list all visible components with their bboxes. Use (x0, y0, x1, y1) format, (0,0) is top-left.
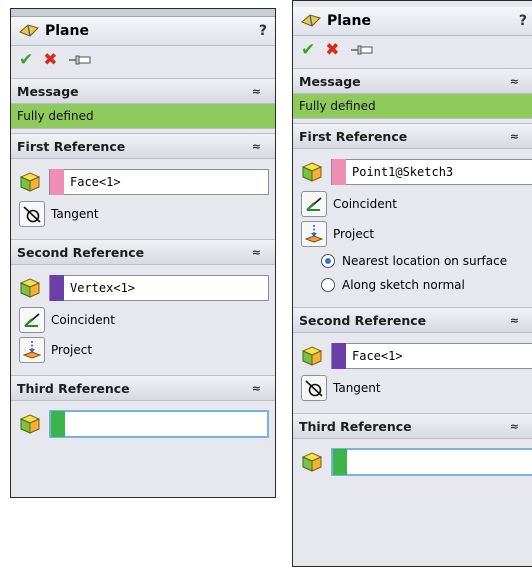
second-reference-label: Second Reference (299, 312, 427, 328)
coincident-label: Coincident (51, 313, 115, 327)
first-reference-selection: Point1@Sketch3 (352, 165, 454, 179)
tangent-icon[interactable] (301, 375, 327, 401)
first-reference-label: First Reference (299, 128, 408, 144)
first-reference-selection: Face<1> (70, 175, 121, 189)
second-reference-selection-box[interactable]: Face<1> (331, 343, 532, 369)
first-reference-group: First Reference ≈ Face<1> Tangent (11, 133, 275, 235)
project-label: Project (51, 343, 93, 357)
reference-entity-icon (19, 172, 41, 192)
ok-button[interactable]: ✔ (301, 41, 315, 59)
pushpin-icon[interactable] (68, 53, 92, 67)
selection-color-swatch (333, 449, 347, 475)
reference-entity-icon (19, 278, 41, 298)
message-text: Fully defined (293, 94, 532, 119)
pushpin-icon[interactable] (350, 43, 374, 57)
third-reference-label: Third Reference (17, 380, 130, 396)
help-button[interactable]: ? (259, 23, 267, 39)
action-row: ✔ ✖ (11, 46, 275, 74)
collapse-icon[interactable]: ≈ (252, 140, 261, 153)
collapse-icon[interactable]: ≈ (510, 75, 519, 88)
third-reference-selection-box[interactable] (49, 410, 269, 438)
third-reference-group: Third Reference ≈ (11, 375, 275, 447)
selection-color-swatch (51, 411, 65, 437)
title-bar: Plane ? (293, 7, 532, 36)
action-row: ✔ ✖ (293, 36, 532, 64)
third-reference-header[interactable]: Third Reference ≈ (11, 376, 275, 401)
option-along-sketch-normal[interactable]: Along sketch normal (301, 273, 532, 297)
ok-button[interactable]: ✔ (19, 51, 33, 69)
top-tab-strip (11, 9, 275, 17)
collapse-icon[interactable]: ≈ (252, 382, 261, 395)
second-reference-group: Second Reference ≈ Face<1> Tangent (293, 307, 532, 409)
first-reference-selection-box[interactable]: Face<1> (49, 169, 269, 195)
reference-entity-icon (301, 452, 323, 472)
second-reference-header[interactable]: Second Reference ≈ (11, 240, 275, 265)
cancel-button[interactable]: ✖ (43, 51, 57, 69)
cancel-button[interactable]: ✖ (325, 41, 339, 59)
message-group: Message ≈ Fully defined (293, 68, 532, 119)
collapse-icon[interactable]: ≈ (510, 314, 519, 327)
collapse-icon[interactable]: ≈ (252, 85, 261, 98)
option-nearest-location-label: Nearest location on surface (342, 254, 508, 268)
project-icon[interactable] (19, 337, 45, 363)
first-reference-header[interactable]: First Reference ≈ (293, 124, 532, 149)
first-reference-label: First Reference (17, 138, 126, 154)
reference-entity-icon (301, 162, 323, 182)
tangent-label: Tangent (333, 381, 381, 395)
second-reference-selection: Vertex<1> (70, 281, 136, 295)
panel-title: Plane (45, 23, 89, 39)
first-reference-selection-box[interactable]: Point1@Sketch3 (331, 159, 532, 185)
first-reference-group: First Reference ≈ Point1@Sketch3 Coincid… (293, 123, 532, 303)
second-reference-header[interactable]: Second Reference ≈ (293, 308, 532, 333)
selection-color-swatch (332, 159, 346, 185)
tangent-icon[interactable] (19, 201, 45, 227)
radio-button[interactable] (321, 278, 335, 292)
message-text: Fully defined (11, 104, 275, 129)
selection-color-swatch (50, 169, 64, 195)
message-header-label: Message (299, 73, 361, 89)
collapse-icon[interactable]: ≈ (510, 420, 519, 433)
message-header[interactable]: Message ≈ (293, 69, 532, 94)
second-reference-selection-box[interactable]: Vertex<1> (49, 275, 269, 301)
help-button[interactable]: ? (519, 13, 527, 29)
third-reference-header[interactable]: Third Reference ≈ (293, 414, 532, 439)
coincident-label: Coincident (333, 197, 397, 211)
collapse-icon[interactable]: ≈ (252, 246, 261, 259)
reference-entity-icon (301, 346, 323, 366)
first-reference-header[interactable]: First Reference ≈ (11, 134, 275, 159)
second-reference-label: Second Reference (17, 244, 145, 260)
message-group: Message ≈ Fully defined (11, 78, 275, 129)
tangent-label: Tangent (51, 207, 99, 221)
message-header-label: Message (17, 83, 79, 99)
plane-icon (301, 14, 321, 27)
second-reference-selection: Face<1> (352, 349, 403, 363)
project-icon[interactable] (301, 221, 327, 247)
selection-color-swatch (50, 275, 64, 301)
plane-property-manager-right: Plane ? ✔ ✖ Message ≈ Fully defined Firs… (292, 0, 532, 567)
title-bar: Plane ? (11, 17, 275, 46)
third-reference-label: Third Reference (299, 418, 412, 434)
collapse-icon[interactable]: ≈ (510, 130, 519, 143)
reference-entity-icon (19, 414, 41, 434)
panel-title: Plane (327, 13, 371, 29)
third-reference-group: Third Reference ≈ (293, 413, 532, 485)
plane-property-manager-left: Plane ? ✔ ✖ Message ≈ Fully defined Firs… (10, 8, 276, 498)
selection-color-swatch (332, 343, 346, 369)
option-nearest-location[interactable]: Nearest location on surface (301, 249, 532, 273)
option-along-sketch-normal-label: Along sketch normal (342, 278, 465, 292)
project-label: Project (333, 227, 375, 241)
second-reference-group: Second Reference ≈ Vertex<1> Coincident … (11, 239, 275, 371)
third-reference-selection-box[interactable] (331, 448, 532, 476)
coincident-icon[interactable] (301, 191, 327, 217)
radio-button-checked[interactable] (321, 254, 335, 268)
message-header[interactable]: Message ≈ (11, 79, 275, 104)
plane-icon (19, 24, 39, 37)
coincident-icon[interactable] (19, 307, 45, 333)
